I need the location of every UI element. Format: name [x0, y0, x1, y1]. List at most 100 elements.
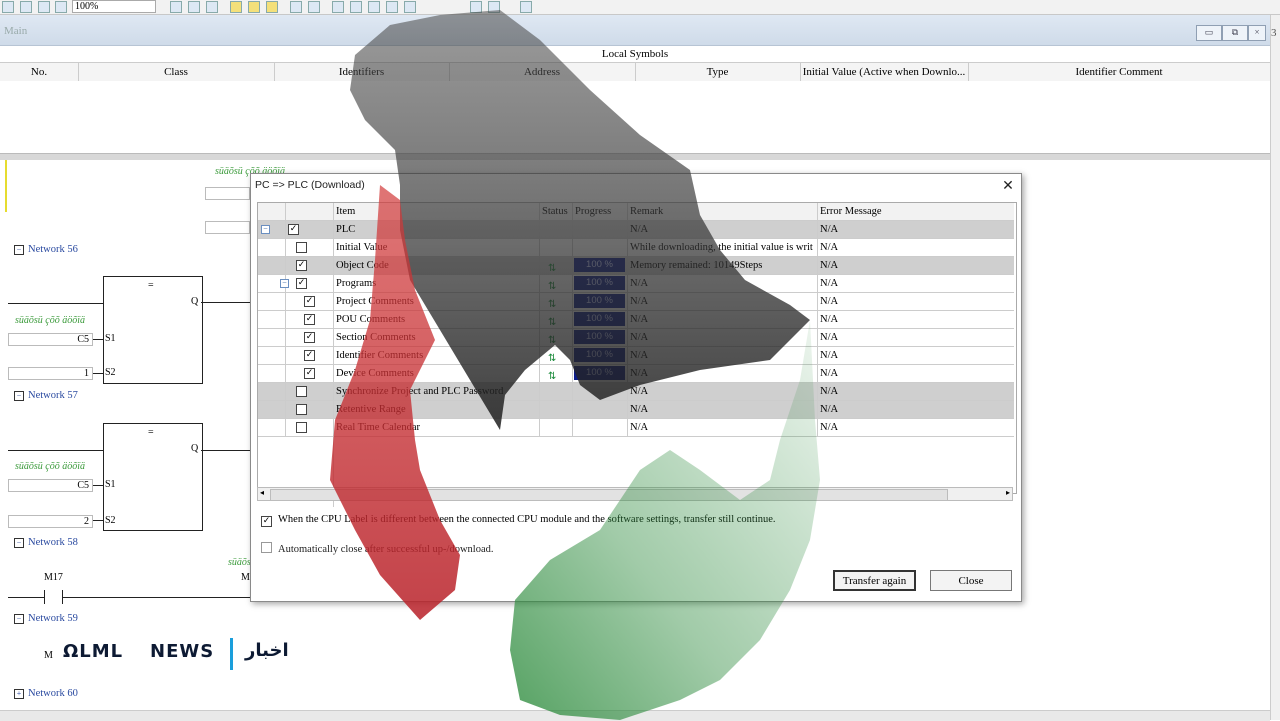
operand-box[interactable]: [205, 221, 250, 234]
toolbar-icon[interactable]: [308, 1, 320, 13]
transfer-status-icon: ⇅: [548, 335, 557, 346]
row-checkbox[interactable]: ✓: [304, 332, 315, 343]
grid-row[interactable]: ✓ Object Code ⇅ 100 % Memory remained: 10149…: [258, 257, 1014, 275]
row-checkbox[interactable]: ✓: [304, 296, 315, 307]
compare-function-block[interactable]: [103, 276, 203, 384]
cursor-icon[interactable]: [332, 1, 344, 13]
row-checkbox[interactable]: [296, 386, 307, 397]
header-progress[interactable]: Progress: [573, 203, 628, 220]
grid-row[interactable]: Retentive Range N/A N/A: [258, 401, 1014, 419]
fb-input-s2[interactable]: 1: [8, 367, 93, 380]
column-no[interactable]: No.: [0, 63, 79, 81]
toolbar-icon[interactable]: [230, 1, 242, 13]
grid-row[interactable]: ✓ Section Comments ⇅ 100 % N/A N/A: [258, 329, 1014, 347]
toolbar-icon[interactable]: [266, 1, 278, 13]
fb-input-s2[interactable]: 2: [8, 515, 93, 528]
column-address[interactable]: Address: [449, 63, 636, 81]
toolbar-icon[interactable]: [2, 1, 14, 13]
column-identifier-comment[interactable]: Identifier Comment: [968, 63, 1270, 81]
grid-horizontal-scrollbar[interactable]: ◂ ▸: [257, 487, 1013, 501]
grid-row[interactable]: ✓ Project Comments ⇅ 100 % N/A N/A: [258, 293, 1014, 311]
item-cell: Synchronize Project and PLC Password: [334, 383, 540, 400]
zoom-out-icon[interactable]: [55, 1, 67, 13]
grid-row[interactable]: ✓ POU Comments ⇅ 100 % N/A N/A: [258, 311, 1014, 329]
tree-collapse-icon[interactable]: −: [280, 279, 289, 288]
right-scroll-strip[interactable]: 3: [1270, 15, 1280, 720]
header-status[interactable]: Status: [540, 203, 573, 220]
restore-button[interactable]: ⧉: [1222, 25, 1248, 41]
option-continue-checkbox[interactable]: ✓: [261, 516, 272, 527]
column-type[interactable]: Type: [635, 63, 801, 81]
column-initial-value[interactable]: Initial Value (Active when Downlo...: [800, 63, 969, 81]
network-59-label[interactable]: − Network 59: [14, 613, 78, 624]
row-checkbox[interactable]: ✓: [288, 224, 299, 235]
scroll-left-icon[interactable]: ◂: [260, 488, 264, 497]
toolbar-icon[interactable]: [470, 1, 482, 13]
toolbar-icon[interactable]: [20, 1, 32, 13]
row-checkbox[interactable]: ✓: [296, 278, 307, 289]
operand-box[interactable]: [205, 187, 250, 200]
error-cell: N/A: [820, 260, 839, 271]
column-identifiers[interactable]: Identifiers: [274, 63, 450, 81]
compare-function-block[interactable]: [103, 423, 203, 531]
toolbar-icon[interactable]: [386, 1, 398, 13]
local-symbols-body[interactable]: [0, 81, 1270, 153]
network-57-label[interactable]: − Network 57: [14, 390, 78, 401]
contact-label: M: [44, 650, 53, 661]
toolbar-icon[interactable]: [206, 1, 218, 13]
toolbar-icon[interactable]: [488, 1, 500, 13]
network-56-label[interactable]: − Network 56: [14, 244, 78, 255]
toolbar-icon[interactable]: [290, 1, 302, 13]
column-class[interactable]: Class: [78, 63, 275, 81]
grid-row[interactable]: Real Time Calendar N/A N/A: [258, 419, 1014, 437]
zoom-select[interactable]: 100%: [72, 0, 156, 13]
toolbar-icon[interactable]: [248, 1, 260, 13]
grid-row[interactable]: Initial Value While downloading, the init…: [258, 239, 1014, 257]
grid-row[interactable]: − ✓ Programs ⇅ 100 % N/A N/A: [258, 275, 1014, 293]
row-checkbox[interactable]: [296, 422, 307, 433]
item-cell: Retentive Range: [334, 401, 540, 418]
toolbar-icon[interactable]: [368, 1, 380, 13]
toolbar-icon[interactable]: [350, 1, 362, 13]
row-checkbox[interactable]: ✓: [304, 314, 315, 325]
row-checkbox[interactable]: [296, 404, 307, 415]
row-checkbox[interactable]: ✓: [304, 368, 315, 379]
contact-bar[interactable]: [44, 590, 45, 604]
window-close-button[interactable]: ×: [1248, 25, 1266, 41]
fb-input-s1[interactable]: C5: [8, 333, 93, 346]
tree-collapse-icon[interactable]: −: [261, 225, 270, 234]
option-continue-transfer[interactable]: ✓ When the CPU Label is different between…: [261, 514, 776, 527]
dialog-close-button[interactable]: ✕: [1001, 177, 1015, 194]
toolbar-icon[interactable]: [188, 1, 200, 13]
header-item[interactable]: Item: [334, 203, 540, 220]
zoom-in-icon[interactable]: [38, 1, 50, 13]
progress-cell: [573, 383, 628, 400]
minimize-button[interactable]: ▭: [1196, 25, 1222, 41]
progress-cell: 100 %: [573, 347, 628, 364]
grid-row[interactable]: Synchronize Project and PLC Password N/A N…: [258, 383, 1014, 401]
transfer-again-button[interactable]: Transfer again: [833, 570, 916, 591]
scroll-thumb[interactable]: [270, 489, 948, 501]
grid-row[interactable]: ✓ Identifier Comments ⇅ 100 % N/A N/A: [258, 347, 1014, 365]
option-auto-close[interactable]: Automatically close after successful up-…: [261, 541, 493, 555]
network-58-label[interactable]: − Network 58: [14, 537, 78, 548]
toolbar-icon[interactable]: [404, 1, 416, 13]
row-checkbox[interactable]: ✓: [304, 350, 315, 361]
scroll-right-icon[interactable]: ▸: [1006, 488, 1010, 497]
option-auto-close-checkbox[interactable]: [261, 542, 272, 553]
close-button[interactable]: Close: [930, 570, 1012, 591]
row-checkbox[interactable]: ✓: [296, 260, 307, 271]
row-checkbox[interactable]: [296, 242, 307, 253]
header-remark[interactable]: Remark: [628, 203, 818, 220]
network-60-label[interactable]: + Network 60: [14, 688, 78, 699]
error-cell: N/A: [820, 422, 839, 433]
fb-input-s1[interactable]: C5: [8, 479, 93, 492]
grid-row[interactable]: − ✓ PLC N/A N/A: [258, 221, 1014, 239]
toolbar-icon[interactable]: [170, 1, 182, 13]
grid-row[interactable]: ✓ Device Comments ⇅ 100 % N/A N/A: [258, 365, 1014, 383]
tree-cell: [258, 311, 286, 328]
tree-cell: [258, 383, 286, 400]
header-error-message[interactable]: Error Message: [818, 203, 1014, 220]
horizontal-scrollbar[interactable]: [0, 710, 1270, 721]
toolbar-icon[interactable]: [520, 1, 532, 13]
